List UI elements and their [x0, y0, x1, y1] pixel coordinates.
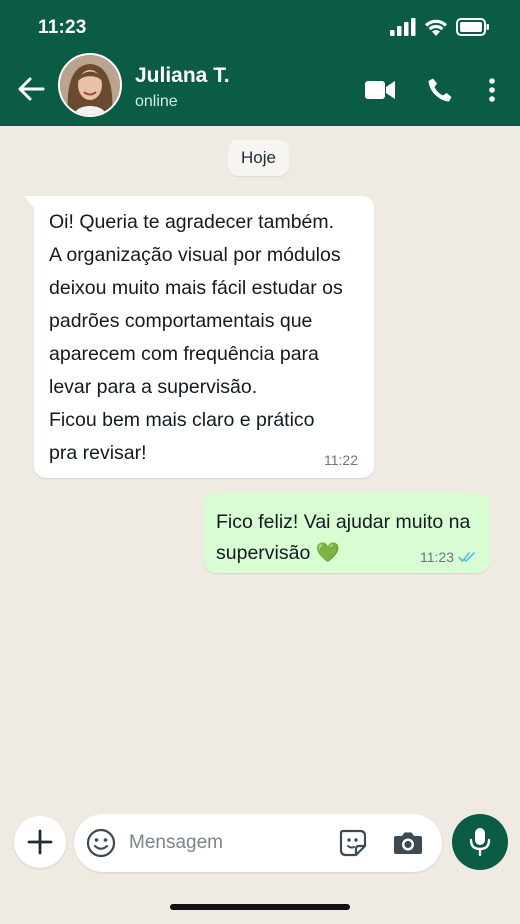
phone-call-icon	[428, 78, 452, 102]
message-time: 11:22	[324, 452, 358, 468]
emoji-icon[interactable]	[86, 828, 116, 858]
more-options-icon	[489, 78, 495, 102]
message-bubble-incoming[interactable]: Oi! Queria te agradecer também. A organi…	[24, 196, 374, 478]
status-time: 11:23	[38, 17, 87, 38]
signal-icon	[390, 18, 416, 36]
video-call-icon	[365, 81, 395, 99]
chat-area[interactable]: Hoje Oi! Queria te agradecer também. A o…	[0, 126, 520, 806]
contact-status: online	[135, 93, 178, 110]
more-options-button[interactable]	[474, 72, 510, 108]
message-bubble-outgoing[interactable]: Fico feliz! Vai ajudar muito na supervis…	[204, 493, 490, 573]
wifi-icon	[425, 19, 447, 36]
battery-icon	[456, 18, 489, 36]
voice-message-button[interactable]	[452, 814, 508, 870]
message-time: 11:23	[420, 549, 454, 565]
message-input[interactable]	[129, 828, 329, 858]
plus-icon	[27, 829, 53, 855]
message-input-container	[74, 814, 442, 872]
microphone-icon	[469, 828, 491, 857]
sticker-icon[interactable]	[338, 828, 368, 858]
video-call-button[interactable]	[362, 72, 398, 108]
camera-icon[interactable]	[392, 827, 424, 859]
avatar[interactable]	[58, 53, 122, 117]
back-button[interactable]	[14, 72, 48, 106]
date-separator: Hoje	[228, 140, 289, 176]
status-bar: 11:23	[0, 0, 520, 56]
message-text: Oi! Queria te agradecer também. A organi…	[49, 211, 343, 464]
message-meta: 11:23	[420, 549, 476, 565]
double-check-read-icon	[458, 552, 475, 562]
voice-call-button[interactable]	[422, 72, 458, 108]
attach-button[interactable]	[14, 816, 66, 868]
status-icons	[390, 18, 490, 36]
home-indicator	[170, 904, 350, 910]
back-arrow-icon	[18, 77, 45, 101]
contact-name[interactable]: Juliana T.	[135, 64, 230, 88]
chat-header: Juliana T. online	[0, 53, 520, 126]
